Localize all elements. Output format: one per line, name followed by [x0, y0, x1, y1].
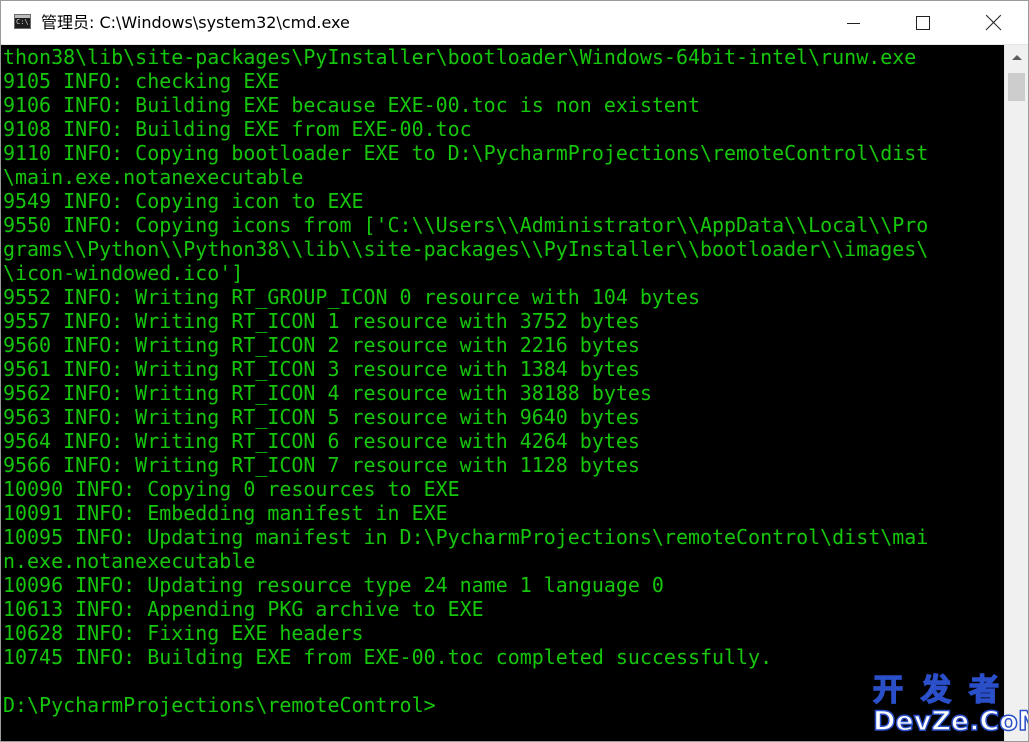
- console-line: \main.exe.notanexecutable: [2, 165, 304, 189]
- console-line: 10095 INFO: Updating manifest in D:\Pych…: [2, 525, 929, 549]
- close-button[interactable]: [959, 1, 1027, 45]
- scroll-up-arrow-icon[interactable]: [1005, 45, 1028, 71]
- console-line: 9106 INFO: Building EXE because EXE-00.t…: [2, 93, 700, 117]
- cmd-icon-label: C:\: [16, 18, 29, 26]
- minimize-icon: [847, 23, 860, 24]
- console-line: 9552 INFO: Writing RT_GROUP_ICON 0 resou…: [2, 285, 700, 309]
- console-line: thon38\lib\site-packages\PyInstaller\boo…: [2, 45, 917, 69]
- console-line: 9562 INFO: Writing RT_ICON 4 resource wi…: [2, 381, 652, 405]
- console-line: 9563 INFO: Writing RT_ICON 5 resource wi…: [2, 405, 640, 429]
- close-icon: [985, 15, 1001, 31]
- watermark-bottom-text: DevZe.CoM: [872, 706, 1029, 738]
- console-line: \icon-windowed.ico']: [2, 261, 244, 285]
- console-line: 9110 INFO: Copying bootloader EXE to D:\…: [2, 141, 929, 165]
- console-line: 9549 INFO: Copying icon to EXE: [2, 189, 364, 213]
- console-line: 10628 INFO: Fixing EXE headers: [2, 621, 364, 645]
- cmd-console-icon[interactable]: C:\: [14, 14, 31, 29]
- scroll-thumb[interactable]: [1008, 73, 1025, 101]
- console-line: 9550 INFO: Copying icons from ['C:\\User…: [2, 213, 929, 237]
- console-line: 9560 INFO: Writing RT_ICON 2 resource wi…: [2, 333, 640, 357]
- console-line: 10096 INFO: Updating resource type 24 na…: [2, 573, 664, 597]
- console-line: 9108 INFO: Building EXE from EXE-00.toc: [2, 117, 472, 141]
- window-title: 管理员: C:\Windows\system32\cmd.exe: [41, 13, 350, 32]
- console-line: 10090 INFO: Copying 0 resources to EXE: [2, 477, 460, 501]
- cmd-window: C:\ 管理员: C:\Windows\system32\cmd.exe tho…: [0, 0, 1029, 742]
- console-line: 9557 INFO: Writing RT_ICON 1 resource wi…: [2, 309, 640, 333]
- console-line: D:\PycharmProjections\remoteControl>: [2, 693, 436, 717]
- console-line: 10091 INFO: Embedding manifest in EXE: [2, 501, 448, 525]
- title-bar[interactable]: C:\ 管理员: C:\Windows\system32\cmd.exe: [1, 1, 1028, 45]
- console-output[interactable]: thon38\lib\site-packages\PyInstaller\boo…: [1, 45, 1004, 741]
- console-line: 9561 INFO: Writing RT_ICON 3 resource wi…: [2, 357, 640, 381]
- vertical-scrollbar[interactable]: [1004, 45, 1028, 741]
- console-line: 9566 INFO: Writing RT_ICON 7 resource wi…: [2, 453, 640, 477]
- maximize-button[interactable]: [889, 1, 957, 45]
- console-line: 9105 INFO: checking EXE: [2, 69, 280, 93]
- site-watermark: 开发者 DevZe.CoM: [867, 673, 1029, 739]
- watermark-top-text: 开发者: [872, 673, 1017, 708]
- console-line: 10613 INFO: Appending PKG archive to EXE: [2, 597, 484, 621]
- maximize-icon: [916, 16, 930, 30]
- console-line: grams\\Python\\Python38\\lib\\site-packa…: [2, 237, 929, 261]
- console-line: 9564 INFO: Writing RT_ICON 6 resource wi…: [2, 429, 640, 453]
- minimize-button[interactable]: [819, 1, 887, 45]
- console-line: n.exe.notanexecutable: [2, 549, 256, 573]
- console-line: 10745 INFO: Building EXE from EXE-00.toc…: [2, 645, 773, 669]
